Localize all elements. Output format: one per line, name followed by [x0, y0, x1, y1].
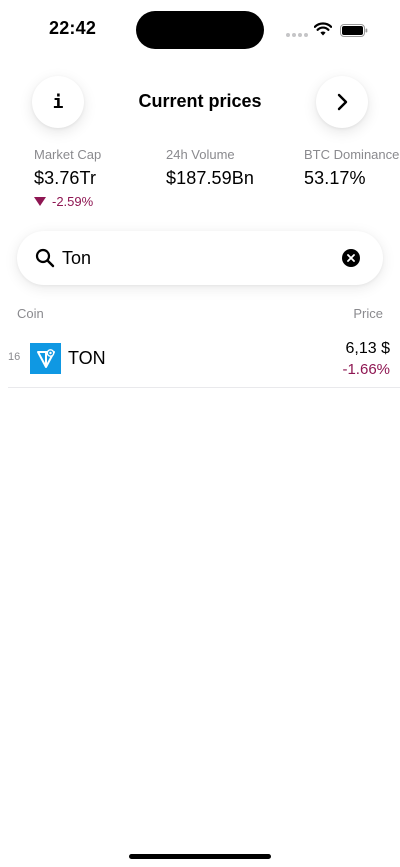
clear-search-button[interactable]: [342, 249, 360, 267]
btc-dominance-label: BTC Dominance: [304, 147, 400, 162]
volume-value: $187.59Bn: [166, 168, 254, 188]
btc-dominance-value: 53.17%: [304, 168, 366, 188]
market-cap-value: $3.76Tr: [34, 168, 97, 188]
search-icon: [35, 248, 55, 268]
home-indicator[interactable]: [129, 854, 271, 859]
cellular-signal-icon: [286, 33, 308, 37]
ton-logo-icon: [30, 343, 61, 374]
clear-icon: [347, 254, 355, 262]
column-header-price[interactable]: Price: [353, 306, 383, 321]
market-cap-change-value: -2.59%: [52, 194, 94, 209]
search-bar[interactable]: [17, 231, 383, 285]
coin-name: TON: [68, 348, 106, 368]
market-cap-label: Market Cap: [34, 147, 102, 162]
info-button[interactable]: i: [32, 76, 84, 128]
down-triangle-icon: [34, 197, 46, 206]
coin-rank: 16: [8, 351, 21, 363]
coin-row[interactable]: 16 TON 6,13 $ -1.66%: [8, 334, 400, 388]
stat-24h-volume: 24h Volume $187.59Bn: [166, 147, 254, 189]
market-cap-change: -2.59%: [34, 194, 101, 209]
status-time: 22:42: [49, 18, 97, 38]
search-input[interactable]: [62, 245, 332, 271]
wifi-icon: [314, 22, 332, 36]
stat-market-cap: Market Cap $3.76Tr -2.59%: [34, 147, 101, 209]
next-button[interactable]: [316, 76, 368, 128]
battery-icon: [340, 24, 368, 37]
info-icon: i: [52, 91, 64, 113]
dynamic-island: [136, 11, 264, 49]
coin-price: 6,13 $: [345, 340, 390, 357]
app-screen: 22:42 i Current prices Market Cap $3.76T…: [0, 0, 400, 867]
page-title: Current prices: [138, 91, 262, 111]
stat-btc-dominance: BTC Dominance 53.17%: [304, 147, 399, 189]
column-header-coin[interactable]: Coin: [17, 306, 44, 321]
volume-label: 24h Volume: [166, 147, 235, 162]
coin-change: -1.66%: [342, 361, 390, 378]
chevron-right-icon: [337, 93, 348, 111]
